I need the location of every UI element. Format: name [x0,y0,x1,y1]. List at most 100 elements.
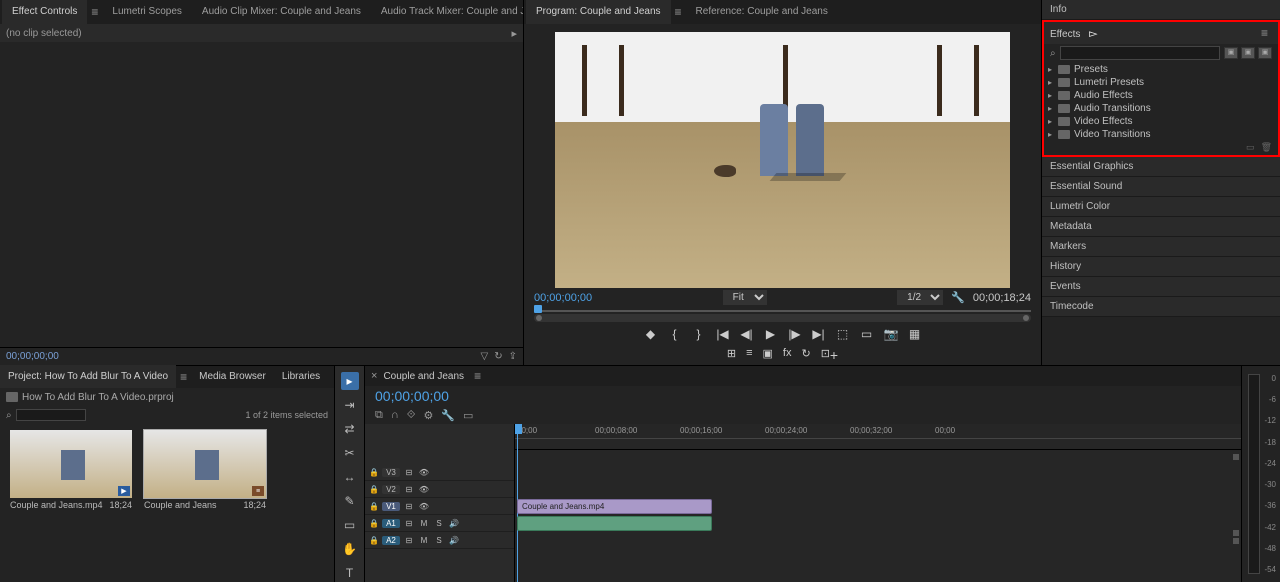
pen-tool-icon[interactable]: ✎ [341,492,359,510]
rect-tool-icon[interactable]: ▭ [341,516,359,534]
effects-folder-audio-transitions[interactable]: ▸Audio Transitions [1048,102,1274,115]
scale-select[interactable]: 1/2 [897,290,943,305]
vr-icon[interactable]: fx [783,347,792,363]
in-icon[interactable]: { [668,327,682,341]
side-tab-markers[interactable]: Markers [1042,237,1280,257]
razor-tool-icon[interactable]: ✂ [341,444,359,462]
effects-folder-video-transitions[interactable]: ▸Video Transitions [1048,128,1274,141]
extract-icon[interactable]: ▭ [860,327,874,341]
tab-menu-icon[interactable]: ≡ [671,5,686,19]
project-item[interactable]: ▶ Couple and Jeans.mp418;24 [10,430,132,512]
timeline-vscroll[interactable] [1233,454,1239,576]
side-tab-essential-sound[interactable]: Essential Sound [1042,177,1280,197]
selection-tool-icon[interactable]: ▸ [341,372,359,390]
tab-audio-track-mixer[interactable]: Audio Track Mixer: Couple and Jeans [371,0,523,24]
track-select-tool-icon[interactable]: ⇥ [341,396,359,414]
captions-icon[interactable]: ⊡ [821,347,830,363]
32bit-icon[interactable]: ▣ [1241,47,1255,59]
play-icon[interactable]: ▶ [764,327,778,341]
effects-tree: ▸Presets ▸Lumetri Presets ▸Audio Effects… [1044,62,1278,142]
track-header-v2[interactable]: 🔒V2⊟👁 [365,481,514,498]
safe-margin-icon[interactable]: ⊞ [727,347,736,363]
tab-media-browser[interactable]: Media Browser [191,365,274,389]
tab-audio-clip-mixer[interactable]: Audio Clip Mixer: Couple and Jeans [192,0,371,24]
filter-icon[interactable]: ▽ [481,351,489,362]
proxy-icon[interactable]: ▣ [763,347,773,363]
tab-menu-icon[interactable]: ≡ [87,5,102,19]
marker-span-icon[interactable]: ⟐ [407,409,416,422]
ripple-tool-icon[interactable]: ⇄ [341,420,359,438]
new-bin-icon[interactable]: ▭ [1246,142,1255,154]
fit-select[interactable]: Fit [723,290,767,305]
effects-panel-label[interactable]: Effects [1050,29,1080,40]
effects-search-input[interactable] [1060,46,1220,60]
slip-tool-icon[interactable]: ↔ [341,468,359,486]
time-ruler[interactable]: 00;00 00;00;08;00 00;00;16;00 00;00;24;0… [515,424,1241,450]
goto-in-icon[interactable]: |◀ [716,327,730,341]
tab-lumetri-scopes[interactable]: Lumetri Scopes [102,0,191,24]
track-header-a2[interactable]: 🔒A2⊟MS🔊 [365,532,514,549]
timeline-menu-icon[interactable]: ≡ [470,369,485,383]
effects-folder-audio-effects[interactable]: ▸Audio Effects [1048,89,1274,102]
loop-toggle-icon[interactable]: ↻ [801,347,810,363]
side-tab-info[interactable]: Info [1042,0,1280,20]
side-tab-timecode[interactable]: Timecode [1042,297,1280,317]
snap-icon[interactable]: ⧉ [375,409,383,422]
loop-icon[interactable]: ↻ [494,351,502,362]
timeline-timecode[interactable]: 00;00;00;00 [365,386,515,406]
effects-folder-video-effects[interactable]: ▸Video Effects [1048,115,1274,128]
panel-menu-icon[interactable]: ≡ [1257,26,1272,40]
tab-reference[interactable]: Reference: Couple and Jeans [686,0,838,24]
meter-scale: 0-6-12 -18-24-30 -36-42-48 -54 [1256,374,1276,574]
project-tabs: Project: How To Add Blur To A Video ≡ Me… [0,366,334,388]
wrench2-icon[interactable]: 🔧 [441,409,455,422]
video-viewer[interactable] [555,32,1010,288]
effects-folder-lumetri[interactable]: ▸Lumetri Presets [1048,76,1274,89]
step-fwd-icon[interactable]: |▶ [788,327,802,341]
video-clip[interactable]: Couple and Jeans.mp4 [517,499,712,514]
audio-clip[interactable] [517,516,712,531]
track-header-a1[interactable]: 🔒A1⊟MS🔊 [365,515,514,532]
project-search-input[interactable] [16,409,86,421]
sequence-name[interactable]: Couple and Jeans [383,371,464,382]
side-tab-events[interactable]: Events [1042,277,1280,297]
tab-effect-controls[interactable]: Effect Controls [2,0,87,24]
tab-menu-icon[interactable]: ≡ [176,370,191,384]
effects-folder-presets[interactable]: ▸Presets [1048,63,1274,76]
type-tool-icon[interactable]: T [341,564,359,582]
track-header-v3[interactable]: 🔒V3⊟👁 [365,464,514,481]
tab-project[interactable]: Project: How To Add Blur To A Video [0,365,176,389]
marker-icon[interactable]: ◆ [644,327,658,341]
export-icon[interactable]: ⇪ [509,351,517,362]
goto-out-icon[interactable]: ▶| [812,327,826,341]
accel-icon[interactable]: ▣ [1224,47,1238,59]
comp-icon[interactable]: ▦ [908,327,922,341]
side-tab-lumetri-color[interactable]: Lumetri Color [1042,197,1280,217]
scrub-playhead[interactable] [534,305,542,313]
hand-tool-icon[interactable]: ✋ [341,540,359,558]
yuv-icon[interactable]: ▣ [1258,47,1272,59]
lift-icon[interactable]: ⬚ [836,327,850,341]
export-frame-icon[interactable]: 📷 [884,327,898,341]
clip-dur: 18;24 [109,500,132,510]
overlay-icon[interactable]: ≡ [746,347,752,363]
cc-icon[interactable]: ▭ [463,409,473,422]
side-tab-history[interactable]: History [1042,257,1280,277]
step-back-icon[interactable]: ◀| [740,327,754,341]
trash-icon[interactable]: 🗑 [1261,142,1272,154]
link-icon[interactable]: ∩ [391,409,399,421]
timeline-canvas[interactable]: 00;00 00;00;08;00 00;00;16;00 00;00;24;0… [515,424,1241,582]
scrub-area[interactable] [524,307,1041,323]
track-header-v1[interactable]: 🔒V1⊟👁 [365,498,514,515]
viewer-tc-in[interactable]: 00;00;00;00 [534,292,592,304]
tab-program[interactable]: Program: Couple and Jeans [526,0,671,24]
settings-icon[interactable]: ⚙ [423,409,433,422]
tab-libraries[interactable]: Libraries [274,365,328,389]
arrow-right-icon[interactable]: ▸ [511,27,517,40]
out-icon[interactable]: } [692,327,706,341]
side-tab-metadata[interactable]: Metadata [1042,217,1280,237]
side-tab-essential-graphics[interactable]: Essential Graphics [1042,157,1280,177]
add-button-icon[interactable]: + [830,347,838,363]
project-item[interactable]: ≡ Couple and Jeans18;24 [144,430,266,512]
wrench-icon[interactable]: 🔧 [951,291,965,304]
